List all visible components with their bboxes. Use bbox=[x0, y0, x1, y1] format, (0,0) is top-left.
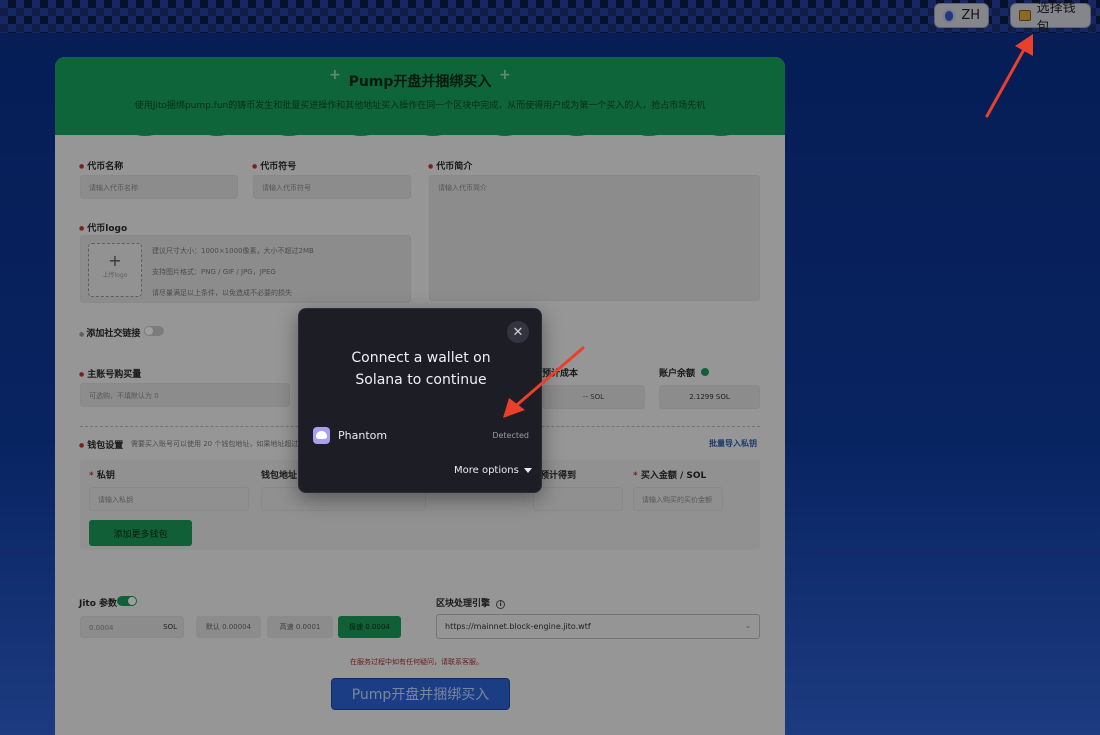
more-options-label: More options bbox=[454, 465, 519, 476]
annotation-arrow-icon bbox=[503, 346, 585, 418]
phantom-icon bbox=[313, 426, 330, 444]
wallet-option-phantom[interactable]: Phantom Detected bbox=[313, 425, 529, 445]
wallet-status: Detected bbox=[492, 430, 529, 440]
modal-title-line-1: Connect a wallet on bbox=[351, 350, 491, 366]
annotation-arrow-icon bbox=[985, 34, 1033, 118]
wallet-name: Phantom bbox=[338, 428, 388, 442]
more-options-button[interactable]: More options bbox=[454, 465, 532, 476]
modal-title-line-2: Solana to continue bbox=[355, 372, 487, 388]
modal-title: Connect a wallet on Solana to continue bbox=[329, 347, 513, 391]
caret-down-icon bbox=[523, 468, 532, 473]
